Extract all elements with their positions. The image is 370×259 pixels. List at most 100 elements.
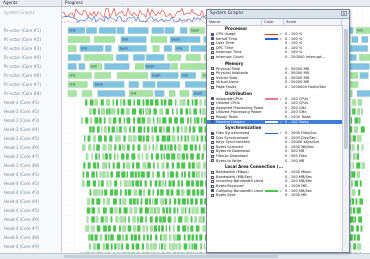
color-swatch[interactable] <box>265 190 278 192</box>
agent-row[interactable]: Pc-vctor (Core #2) <box>0 35 61 44</box>
color-swatch[interactable] <box>265 160 278 162</box>
color-swatch[interactable] <box>265 107 278 109</box>
enable-checkbox[interactable] <box>211 46 214 50</box>
color-swatch[interactable] <box>265 176 278 178</box>
task-bar <box>129 126 131 133</box>
progress-column-header[interactable]: Progress <box>62 0 370 7</box>
color-swatch[interactable] <box>265 102 278 105</box>
graph-option-row[interactable]: Needed Helpers ✓ 0 - 100 Tasks <box>207 119 342 125</box>
agent-row[interactable]: Head-3 (Core #3) <box>0 116 61 125</box>
agent-row[interactable]: Head-4 (Core #4) <box>0 197 61 206</box>
enable-checkbox[interactable] <box>211 32 214 36</box>
color-swatch[interactable] <box>265 51 278 54</box>
color-swatch[interactable] <box>265 132 278 135</box>
enable-checkbox[interactable] <box>211 76 214 80</box>
enable-checkbox[interactable] <box>211 97 214 101</box>
color-swatch[interactable] <box>265 86 278 89</box>
enable-checkbox[interactable] <box>211 101 214 105</box>
agent-row[interactable]: Head-3 (Core #7) <box>0 152 61 161</box>
enable-checkbox[interactable] <box>211 37 214 41</box>
agent-row[interactable]: System Graphs <box>0 8 61 17</box>
agent-row[interactable]: Head-4 (Core #8) <box>0 233 61 242</box>
agent-row[interactable]: Head-4 (Core #7) <box>0 224 61 233</box>
agents-column-header[interactable]: Agents <box>0 0 62 7</box>
enable-checkbox[interactable] <box>211 115 214 119</box>
agent-row[interactable]: Head-3 (Core #4) <box>0 125 61 134</box>
color-swatch[interactable] <box>265 33 278 36</box>
dialog-scroll-thumb[interactable] <box>344 29 348 149</box>
agent-row[interactable]: Head-4 (Core #6) <box>0 215 61 224</box>
color-swatch[interactable] <box>265 121 278 123</box>
color-swatch[interactable] <box>265 111 278 114</box>
enable-checkbox[interactable] <box>211 154 214 158</box>
enable-checkbox[interactable] <box>211 67 214 71</box>
close-button[interactable]: × <box>341 11 347 17</box>
color-swatch[interactable] <box>265 116 278 118</box>
enable-checkbox[interactable] <box>211 111 214 115</box>
color-swatch[interactable] <box>265 155 278 158</box>
color-swatch[interactable] <box>265 185 278 188</box>
color-swatch[interactable] <box>265 77 278 79</box>
enable-checkbox[interactable] <box>211 81 214 85</box>
agent-row[interactable]: Head-3 (Core #2) <box>0 107 61 116</box>
enable-checkbox[interactable] <box>211 141 214 145</box>
enable-checkbox[interactable] <box>211 145 214 149</box>
graph-option-row[interactable]: Page Faults 0 - 1000000 Faults/Sec <box>207 85 342 90</box>
agent-row[interactable]: Pc-vctor (Core #1) <box>0 26 61 35</box>
agent-row[interactable]: Head-3 (Core #1) <box>0 98 61 107</box>
color-swatch[interactable] <box>265 68 278 70</box>
enable-checkbox[interactable] <box>211 194 214 198</box>
enable-checkbox[interactable] <box>211 136 214 140</box>
color-swatch[interactable] <box>265 98 278 100</box>
enable-checkbox[interactable] <box>211 106 214 110</box>
agent-row[interactable]: Pc-vctor (Core #4) <box>0 53 61 62</box>
agent-row[interactable]: Head-4 (Core #3) <box>0 188 61 197</box>
agent-row[interactable]: Head-3 (Core #5) <box>0 134 61 143</box>
enable-checkbox[interactable] <box>211 150 214 154</box>
enable-checkbox[interactable] <box>211 55 214 59</box>
color-swatch[interactable] <box>265 137 278 139</box>
color-swatch[interactable] <box>265 81 278 84</box>
agent-row[interactable]: Pc-vctor (Core #8) <box>0 89 61 98</box>
color-swatch[interactable] <box>265 42 278 45</box>
enable-checkbox[interactable] <box>211 184 214 188</box>
enable-checkbox[interactable] <box>211 41 214 45</box>
color-swatch[interactable] <box>265 146 278 148</box>
color-swatch[interactable] <box>265 150 278 153</box>
horizontal-scroll-thumb[interactable] <box>64 255 278 258</box>
color-swatch[interactable] <box>265 194 278 197</box>
color-swatch[interactable] <box>265 38 278 40</box>
agent-row[interactable]: Pc-vctor (Core #3) <box>0 44 61 53</box>
color-swatch[interactable] <box>265 72 278 75</box>
agent-row[interactable]: Pc-vctor (Core #5) <box>0 62 61 71</box>
enable-checkbox[interactable] <box>211 175 214 179</box>
enable-checkbox[interactable] <box>211 71 214 75</box>
color-swatch[interactable] <box>265 171 278 174</box>
enable-checkbox[interactable] <box>211 189 214 193</box>
graph-option-row[interactable]: Bytes to Write 0 - 100 MB <box>207 159 342 164</box>
graph-option-row[interactable]: Bytes Sent 0 - 1000 MB <box>207 193 342 198</box>
agent-row[interactable]: Head-3 (Core #8) <box>0 161 61 170</box>
agent-row[interactable]: Head-4 (Core #2) <box>0 179 61 188</box>
agent-row[interactable]: Pc-vctor (Core #6) <box>0 71 61 80</box>
color-swatch[interactable] <box>265 47 278 49</box>
color-swatch[interactable] <box>265 56 278 59</box>
agent-row[interactable]: Head-3 (Core #6) <box>0 143 61 152</box>
dialog-title-bar[interactable]: System Graphs × <box>207 10 349 19</box>
enable-checkbox[interactable] <box>211 159 214 163</box>
enable-checkbox[interactable] <box>211 51 214 55</box>
color-swatch[interactable] <box>265 141 278 144</box>
horizontal-scrollbar[interactable] <box>0 253 370 259</box>
agent-row[interactable]: Head-4 (Core #9) <box>0 242 61 251</box>
enable-checkbox[interactable] <box>211 85 214 89</box>
agent-row[interactable]: Head-4 (Core #5) <box>0 206 61 215</box>
enable-checkbox[interactable] <box>211 171 214 175</box>
agent-row[interactable]: Pc-vctor (Core #7) <box>0 80 61 89</box>
color-swatch[interactable] <box>265 180 278 183</box>
graph-option-row[interactable]: Interrupt Count 0 - 200000 Interrupt... <box>207 55 342 60</box>
enable-checkbox[interactable] <box>211 131 214 135</box>
enable-checkbox[interactable] <box>211 180 214 184</box>
agent-row[interactable]: Head-4 (Core #1) <box>0 170 61 179</box>
enable-checkbox[interactable] <box>211 120 214 124</box>
dialog-vertical-scrollbar[interactable] <box>342 25 349 252</box>
